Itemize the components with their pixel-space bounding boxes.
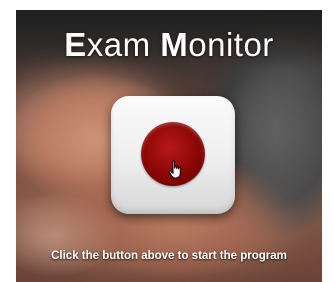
title-initial-e: E (64, 26, 87, 63)
instructions-text: Click the button above to start the prog… (51, 250, 287, 262)
title-rest-exam: xam (86, 26, 161, 63)
hand-pointer-icon (168, 160, 181, 179)
app-title: Exam Monitor (16, 26, 322, 64)
app-window: Exam Monitor Click the button above to s… (16, 10, 322, 282)
title-rest-monitor: onitor (188, 26, 274, 63)
start-button[interactable] (111, 96, 235, 214)
title-initial-m: M (160, 26, 189, 63)
